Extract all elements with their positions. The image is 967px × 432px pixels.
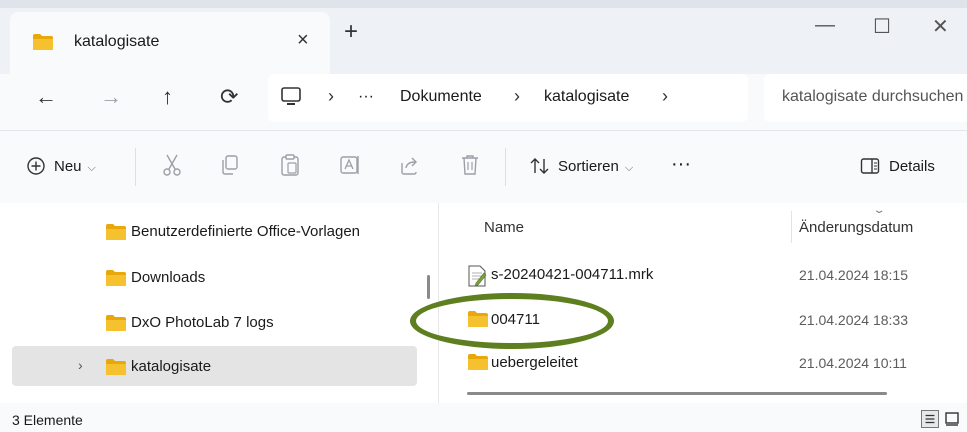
chevron-right-icon[interactable]: › (78, 357, 83, 373)
tab-close-icon[interactable]: × (297, 29, 309, 52)
monitor-icon (281, 87, 301, 105)
sort-icon (530, 158, 549, 174)
minimize-button[interactable]: — (815, 14, 835, 37)
folder-icon (106, 359, 126, 375)
breadcrumb-separator: › (328, 86, 334, 106)
details-pane-icon (860, 158, 880, 174)
new-button[interactable]: Neu ⌵ (54, 158, 96, 175)
address-row: ← → ↑ ⟳ › ··· Dokumente › katalogisate ›… (0, 74, 967, 130)
forward-button[interactable]: → (100, 86, 122, 108)
more-options-button[interactable]: ··· (671, 153, 691, 176)
tab-katalogisate[interactable]: katalogisate × (10, 12, 330, 74)
nav-item-dxo-logs[interactable]: DxO PhotoLab 7 logs (12, 302, 417, 342)
title-top-strip (0, 0, 967, 8)
share-icon[interactable] (399, 153, 421, 177)
column-separator[interactable] (791, 211, 792, 243)
tiles-view-icon[interactable] (943, 410, 961, 428)
plus-circle-icon (27, 157, 45, 175)
nav-item-label: DxO PhotoLab 7 logs (131, 314, 274, 331)
copy-icon[interactable] (219, 153, 241, 177)
folder-icon (33, 34, 53, 50)
file-date: 21.04.2024 10:11 (799, 355, 907, 371)
column-header-date[interactable]: Änderungsdatum (799, 219, 913, 236)
breadcrumb-overflow[interactable]: ··· (358, 88, 374, 106)
status-bar: 3 Elemente (0, 403, 967, 432)
file-date: 21.04.2024 18:33 (799, 312, 908, 328)
new-tab-button[interactable]: + (344, 20, 358, 44)
file-name: uebergeleitet (491, 354, 578, 371)
details-button[interactable]: Details (889, 158, 935, 175)
toolbar-separator (135, 148, 136, 186)
tab-title: katalogisate (74, 33, 160, 50)
toolbar-separator (505, 148, 506, 186)
details-view-icon[interactable] (921, 410, 939, 428)
up-button[interactable]: ↑ (162, 86, 173, 108)
cut-icon[interactable] (161, 153, 183, 177)
chevron-down-icon: ⌵ (624, 162, 634, 174)
refresh-button[interactable]: ⟳ (220, 86, 238, 108)
table-row[interactable]: s-20240421-004711.mrk 21.04.2024 18:15 (439, 255, 967, 295)
search-placeholder: katalogisate durchsuchen (782, 88, 964, 105)
nav-item-office-vorlagen[interactable]: Benutzerdefinierte Office-Vorlagen (12, 211, 417, 251)
highlight-ellipse (410, 293, 614, 349)
nav-item-label: Downloads (131, 269, 206, 286)
sort-indicator-icon: ⌄ (872, 205, 886, 216)
item-count: 3 Elemente (12, 412, 83, 428)
column-header-name[interactable]: Name (484, 219, 524, 236)
search-input[interactable]: katalogisate durchsuchen (764, 74, 967, 122)
paste-icon[interactable] (279, 153, 301, 177)
sort-label: Sortieren (558, 158, 619, 175)
file-date: 21.04.2024 18:15 (799, 267, 908, 283)
trash-icon[interactable] (459, 153, 481, 177)
chevron-down-icon: ⌵ (87, 162, 96, 174)
navigation-pane: Benutzerdefinierte Office-Vorlagen Downl… (0, 203, 430, 403)
file-name: s-20240421-004711.mrk (491, 266, 654, 283)
new-label: Neu (54, 158, 82, 175)
sort-button[interactable]: Sortieren ⌵ (558, 158, 633, 175)
address-bar[interactable]: › ··· Dokumente › katalogisate › (268, 74, 748, 122)
maximize-button[interactable]: ☐ (873, 14, 891, 39)
back-button[interactable]: ← (35, 86, 57, 108)
breadcrumb-dokumente[interactable]: Dokumente (400, 88, 482, 106)
folder-icon (106, 224, 126, 240)
rename-icon[interactable] (339, 153, 361, 177)
folder-icon (106, 270, 126, 286)
title-bar: katalogisate × + — ☐ ✕ (0, 0, 967, 74)
nav-scrollbar[interactable] (427, 275, 430, 299)
breadcrumb-separator: › (662, 86, 668, 106)
nav-item-label: katalogisate (131, 358, 212, 375)
close-window-button[interactable]: ✕ (932, 14, 949, 39)
nav-item-label: Benutzerdefinierte Office-Vorlagen (131, 223, 361, 240)
folder-icon (468, 354, 488, 370)
command-bar: Neu ⌵ Sortieren ⌵ ··· Details (0, 131, 967, 203)
breadcrumb-separator: › (514, 86, 520, 106)
nav-item-katalogisate[interactable]: › katalogisate (12, 346, 417, 386)
table-row[interactable]: uebergeleitet 21.04.2024 10:11 (439, 343, 967, 383)
nav-item-downloads[interactable]: Downloads (12, 257, 417, 297)
breadcrumb-katalogisate[interactable]: katalogisate (544, 88, 629, 106)
folder-icon (106, 315, 126, 331)
horizontal-scrollbar[interactable] (467, 392, 887, 395)
mrk-file-icon (468, 265, 487, 287)
